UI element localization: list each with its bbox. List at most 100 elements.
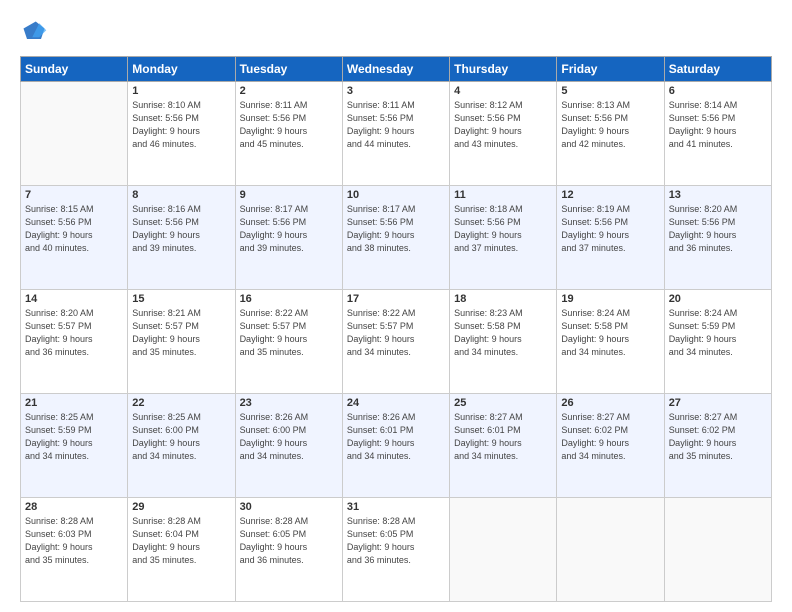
calendar-cell: 22Sunrise: 8:25 AM Sunset: 6:00 PM Dayli… bbox=[128, 394, 235, 498]
day-info: Sunrise: 8:24 AM Sunset: 5:59 PM Dayligh… bbox=[669, 307, 767, 359]
calendar-cell: 13 Sunrise: 8:20 AM Sunset: 5:56 PM Dayli… bbox=[664, 186, 771, 290]
day-number: 21 bbox=[25, 397, 123, 409]
calendar-cell bbox=[557, 498, 664, 602]
day-number: 27 bbox=[669, 397, 767, 409]
calendar-cell: 29 Sunrise: 8:28 AM Sunset: 6:04 PM Dayli… bbox=[128, 498, 235, 602]
day-number: 30 bbox=[240, 501, 338, 513]
day-number: 7 bbox=[25, 189, 123, 201]
calendar-cell bbox=[21, 82, 128, 186]
day-info: Sunrise: 8:22 AM Sunset: 5:57 PM Dayligh… bbox=[240, 307, 338, 359]
calendar-cell: 12 Sunrise: 8:19 AM Sunset: 5:56 PM Dayli… bbox=[557, 186, 664, 290]
calendar-cell: 30 Sunrise: 8:28 AM Sunset: 6:05 PM Dayli… bbox=[235, 498, 342, 602]
calendar-cell: 15 Sunrise: 8:21 AM Sunset: 5:57 PM Dayli… bbox=[128, 290, 235, 394]
day-info: Sunrise: 8:28 AM Sunset: 6:05 PM Dayligh… bbox=[347, 515, 445, 567]
day-number: 31 bbox=[347, 501, 445, 513]
calendar-week-row: 1Sunrise: 8:10 AM Sunset: 5:56 PM Daylig… bbox=[21, 82, 772, 186]
day-number: 20 bbox=[669, 293, 767, 305]
calendar-table: SundayMondayTuesdayWednesdayThursdayFrid… bbox=[20, 56, 772, 602]
day-info: Sunrise: 8:19 AM Sunset: 5:56 PM Dayligh… bbox=[561, 203, 659, 255]
day-info: Sunrise: 8:25 AM Sunset: 6:00 PM Dayligh… bbox=[132, 411, 230, 463]
day-number: 23 bbox=[240, 397, 338, 409]
day-info: Sunrise: 8:12 AM Sunset: 5:56 PM Dayligh… bbox=[454, 99, 552, 151]
calendar-cell bbox=[450, 498, 557, 602]
calendar-cell: 7 Sunrise: 8:15 AM Sunset: 5:56 PM Daylig… bbox=[21, 186, 128, 290]
calendar-cell: 8 Sunrise: 8:16 AM Sunset: 5:56 PM Daylig… bbox=[128, 186, 235, 290]
day-info: Sunrise: 8:21 AM Sunset: 5:57 PM Dayligh… bbox=[132, 307, 230, 359]
calendar-cell: 14 Sunrise: 8:20 AM Sunset: 5:57 PM Dayli… bbox=[21, 290, 128, 394]
calendar-cell: 10 Sunrise: 8:17 AM Sunset: 5:56 PM Dayli… bbox=[342, 186, 449, 290]
calendar-week-row: 7 Sunrise: 8:15 AM Sunset: 5:56 PM Daylig… bbox=[21, 186, 772, 290]
day-number: 13 bbox=[669, 189, 767, 201]
calendar-cell: 18Sunrise: 8:23 AM Sunset: 5:58 PM Dayli… bbox=[450, 290, 557, 394]
calendar-cell: 26 Sunrise: 8:27 AM Sunset: 6:02 PM Dayli… bbox=[557, 394, 664, 498]
day-info: Sunrise: 8:16 AM Sunset: 5:56 PM Dayligh… bbox=[132, 203, 230, 255]
day-number: 26 bbox=[561, 397, 659, 409]
day-number: 5 bbox=[561, 85, 659, 97]
day-number: 3 bbox=[347, 85, 445, 97]
calendar-cell: 31 Sunrise: 8:28 AM Sunset: 6:05 PM Dayli… bbox=[342, 498, 449, 602]
day-number: 15 bbox=[132, 293, 230, 305]
day-number: 17 bbox=[347, 293, 445, 305]
day-number: 10 bbox=[347, 189, 445, 201]
weekday-header: Sunday bbox=[21, 57, 128, 82]
day-info: Sunrise: 8:15 AM Sunset: 5:56 PM Dayligh… bbox=[25, 203, 123, 255]
calendar-cell: 1Sunrise: 8:10 AM Sunset: 5:56 PM Daylig… bbox=[128, 82, 235, 186]
weekday-header: Wednesday bbox=[342, 57, 449, 82]
calendar-cell: 3Sunrise: 8:11 AM Sunset: 5:56 PM Daylig… bbox=[342, 82, 449, 186]
day-number: 16 bbox=[240, 293, 338, 305]
calendar-cell: 23 Sunrise: 8:26 AM Sunset: 6:00 PM Dayli… bbox=[235, 394, 342, 498]
calendar-body: 1Sunrise: 8:10 AM Sunset: 5:56 PM Daylig… bbox=[21, 82, 772, 602]
day-number: 29 bbox=[132, 501, 230, 513]
page: SundayMondayTuesdayWednesdayThursdayFrid… bbox=[0, 0, 792, 612]
day-info: Sunrise: 8:28 AM Sunset: 6:04 PM Dayligh… bbox=[132, 515, 230, 567]
day-info: Sunrise: 8:27 AM Sunset: 6:01 PM Dayligh… bbox=[454, 411, 552, 463]
day-info: Sunrise: 8:28 AM Sunset: 6:05 PM Dayligh… bbox=[240, 515, 338, 567]
day-number: 11 bbox=[454, 189, 552, 201]
day-number: 19 bbox=[561, 293, 659, 305]
day-info: Sunrise: 8:20 AM Sunset: 5:57 PM Dayligh… bbox=[25, 307, 123, 359]
calendar-cell: 25 Sunrise: 8:27 AM Sunset: 6:01 PM Dayli… bbox=[450, 394, 557, 498]
day-info: Sunrise: 8:26 AM Sunset: 6:01 PM Dayligh… bbox=[347, 411, 445, 463]
weekday-header: Monday bbox=[128, 57, 235, 82]
calendar-cell: 9Sunrise: 8:17 AM Sunset: 5:56 PM Daylig… bbox=[235, 186, 342, 290]
day-number: 8 bbox=[132, 189, 230, 201]
day-number: 25 bbox=[454, 397, 552, 409]
calendar-cell: 5 Sunrise: 8:13 AM Sunset: 5:56 PM Daylig… bbox=[557, 82, 664, 186]
day-info: Sunrise: 8:23 AM Sunset: 5:58 PM Dayligh… bbox=[454, 307, 552, 359]
calendar-cell: 6 Sunrise: 8:14 AM Sunset: 5:56 PM Daylig… bbox=[664, 82, 771, 186]
day-number: 12 bbox=[561, 189, 659, 201]
weekday-header: Tuesday bbox=[235, 57, 342, 82]
day-info: Sunrise: 8:22 AM Sunset: 5:57 PM Dayligh… bbox=[347, 307, 445, 359]
calendar-cell: 21 Sunrise: 8:25 AM Sunset: 5:59 PM Dayli… bbox=[21, 394, 128, 498]
day-info: Sunrise: 8:25 AM Sunset: 5:59 PM Dayligh… bbox=[25, 411, 123, 463]
calendar-cell: 4Sunrise: 8:12 AM Sunset: 5:56 PM Daylig… bbox=[450, 82, 557, 186]
day-info: Sunrise: 8:17 AM Sunset: 5:56 PM Dayligh… bbox=[347, 203, 445, 255]
day-info: Sunrise: 8:20 AM Sunset: 5:56 PM Dayligh… bbox=[669, 203, 767, 255]
calendar-week-row: 28Sunrise: 8:28 AM Sunset: 6:03 PM Dayli… bbox=[21, 498, 772, 602]
weekday-header: Thursday bbox=[450, 57, 557, 82]
day-number: 14 bbox=[25, 293, 123, 305]
day-number: 1 bbox=[132, 85, 230, 97]
header bbox=[20, 18, 772, 46]
day-info: Sunrise: 8:14 AM Sunset: 5:56 PM Dayligh… bbox=[669, 99, 767, 151]
day-info: Sunrise: 8:27 AM Sunset: 6:02 PM Dayligh… bbox=[669, 411, 767, 463]
day-info: Sunrise: 8:24 AM Sunset: 5:58 PM Dayligh… bbox=[561, 307, 659, 359]
logo bbox=[20, 18, 52, 46]
logo-icon bbox=[20, 18, 48, 46]
day-number: 6 bbox=[669, 85, 767, 97]
weekday-row: SundayMondayTuesdayWednesdayThursdayFrid… bbox=[21, 57, 772, 82]
calendar-cell: 2 Sunrise: 8:11 AM Sunset: 5:56 PM Daylig… bbox=[235, 82, 342, 186]
calendar-week-row: 21 Sunrise: 8:25 AM Sunset: 5:59 PM Dayli… bbox=[21, 394, 772, 498]
day-number: 24 bbox=[347, 397, 445, 409]
day-info: Sunrise: 8:17 AM Sunset: 5:56 PM Dayligh… bbox=[240, 203, 338, 255]
calendar-cell: 16 Sunrise: 8:22 AM Sunset: 5:57 PM Dayli… bbox=[235, 290, 342, 394]
day-info: Sunrise: 8:11 AM Sunset: 5:56 PM Dayligh… bbox=[240, 99, 338, 151]
day-info: Sunrise: 8:26 AM Sunset: 6:00 PM Dayligh… bbox=[240, 411, 338, 463]
calendar-cell bbox=[664, 498, 771, 602]
calendar-cell: 27 Sunrise: 8:27 AM Sunset: 6:02 PM Dayli… bbox=[664, 394, 771, 498]
calendar-cell: 11Sunrise: 8:18 AM Sunset: 5:56 PM Dayli… bbox=[450, 186, 557, 290]
day-info: Sunrise: 8:27 AM Sunset: 6:02 PM Dayligh… bbox=[561, 411, 659, 463]
calendar-cell: 17 Sunrise: 8:22 AM Sunset: 5:57 PM Dayli… bbox=[342, 290, 449, 394]
day-number: 2 bbox=[240, 85, 338, 97]
day-info: Sunrise: 8:13 AM Sunset: 5:56 PM Dayligh… bbox=[561, 99, 659, 151]
